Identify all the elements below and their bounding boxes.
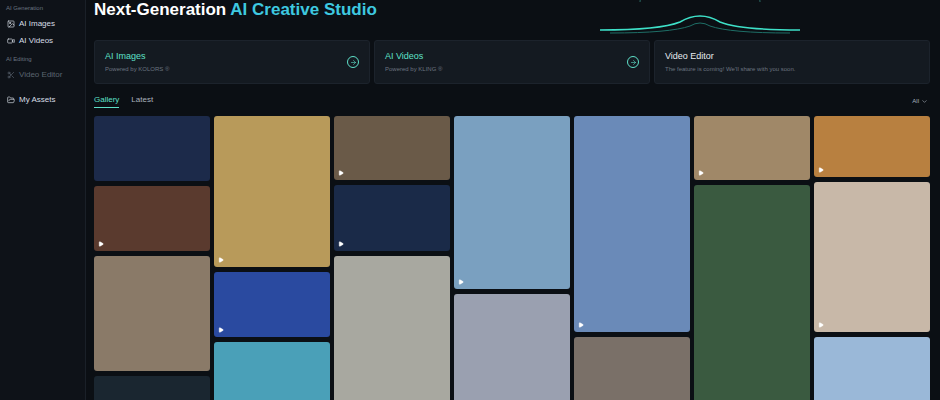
sidebar-group: AI GenerationAI ImagesAI Videos xyxy=(0,2,85,49)
sidebar-heading: AI Editing xyxy=(0,53,85,66)
feature-cards: AI Images Powered by KOLORS ® AI Videos Pow… xyxy=(94,40,930,84)
gallery-tile[interactable] xyxy=(574,337,690,400)
card-title: AI Images xyxy=(105,51,347,62)
feature-card: Video Editor The feature is coming! We'll… xyxy=(654,40,930,84)
gallery-tile[interactable] xyxy=(214,342,330,400)
sidebar-item[interactable]: My Assets xyxy=(0,91,85,108)
arrow-icon[interactable] xyxy=(347,56,359,68)
gallery-tile[interactable] xyxy=(334,116,450,180)
sidebar-item-icon xyxy=(6,19,15,28)
gallery-column xyxy=(94,116,210,400)
sidebar-item-icon xyxy=(6,70,15,79)
gallery-tile[interactable] xyxy=(454,116,570,289)
gallery-tile[interactable] xyxy=(694,116,810,180)
play-icon xyxy=(578,322,584,328)
gallery-tile[interactable] xyxy=(694,185,810,400)
gallery xyxy=(94,116,930,400)
sidebar-item-icon xyxy=(6,95,15,104)
card-subtitle: Powered by KOLORS ® xyxy=(105,65,347,73)
gallery-column xyxy=(814,116,930,400)
card-title: AI Videos xyxy=(385,51,627,62)
play-icon xyxy=(338,170,344,176)
arrow-icon[interactable] xyxy=(627,56,639,68)
gallery-tile[interactable] xyxy=(214,272,330,337)
tab-bar: Gallery Latest All xyxy=(94,92,930,110)
gallery-column xyxy=(334,116,450,400)
page-title: Next-Generation AI Creative Studio xyxy=(94,0,930,36)
sidebar-item[interactable]: AI Images xyxy=(0,15,85,32)
play-icon xyxy=(818,322,824,328)
gallery-column xyxy=(574,116,690,400)
gallery-column xyxy=(694,116,810,400)
main: Next-Generation AI Creative Studio AI Ima… xyxy=(86,0,940,400)
gallery-tile[interactable] xyxy=(454,294,570,400)
gallery-tile[interactable] xyxy=(214,116,330,267)
tab[interactable]: Gallery xyxy=(94,94,119,108)
play-icon xyxy=(818,167,824,173)
feature-card[interactable]: AI Videos Powered by KLING ® xyxy=(374,40,650,84)
gallery-tile[interactable] xyxy=(814,337,930,400)
chevron-down-icon xyxy=(921,98,928,105)
play-icon xyxy=(98,241,104,247)
feature-card[interactable]: AI Images Powered by KOLORS ® xyxy=(94,40,370,84)
sidebar-heading: AI Generation xyxy=(0,2,85,15)
sidebar-item-icon xyxy=(6,36,15,45)
gallery-tile[interactable] xyxy=(814,182,930,332)
card-subtitle: Powered by KLING ® xyxy=(385,65,627,73)
app: AI GenerationAI ImagesAI VideosAI Editin… xyxy=(0,0,940,400)
wave-decoration-icon xyxy=(600,0,800,38)
play-icon xyxy=(458,279,464,285)
play-icon xyxy=(698,170,704,176)
card-title: Video Editor xyxy=(665,51,919,62)
gallery-column xyxy=(214,116,330,400)
gallery-tile[interactable] xyxy=(574,116,690,332)
gallery-tile[interactable] xyxy=(94,256,210,371)
play-icon xyxy=(218,327,224,333)
gallery-column xyxy=(454,116,570,400)
filter-dropdown[interactable]: All xyxy=(912,97,930,105)
gallery-tile[interactable] xyxy=(334,185,450,251)
card-subtitle: The feature is coming! We'll share with … xyxy=(665,65,919,73)
tab[interactable]: Latest xyxy=(131,94,153,108)
gallery-tile[interactable] xyxy=(334,256,450,400)
sidebar-group: AI EditingVideo Editor xyxy=(0,53,85,83)
gallery-tile[interactable] xyxy=(814,116,930,177)
sidebar-item[interactable]: Video Editor xyxy=(0,66,85,83)
gallery-tile[interactable] xyxy=(94,116,210,181)
sidebar-item[interactable]: AI Videos xyxy=(0,32,85,49)
play-icon xyxy=(218,257,224,263)
play-icon xyxy=(338,241,344,247)
sidebar: AI GenerationAI ImagesAI Videos AI Editin… xyxy=(0,0,86,400)
gallery-tile[interactable] xyxy=(94,186,210,251)
gallery-tile[interactable] xyxy=(94,376,210,400)
